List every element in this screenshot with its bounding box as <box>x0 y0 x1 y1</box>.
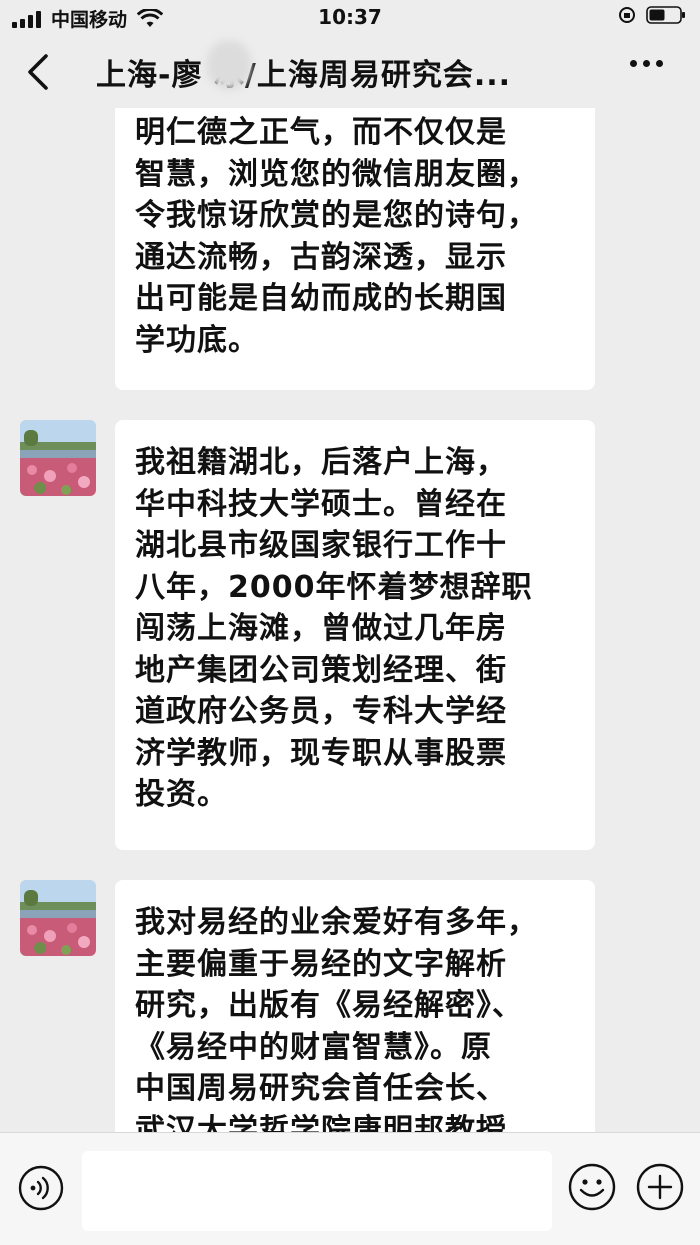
status-bar: 中国移动 10:37 <box>0 0 700 36</box>
emoji-icon[interactable] <box>568 1163 616 1211</box>
avatar-image <box>20 420 96 496</box>
chat-header: 上海-廖 冰/上海周易研究会... <box>0 36 700 108</box>
message-text: 我对易经的业余爱好有多年， 主要偏重于易经的文字解析 研究，出版有《易经解密》、… <box>135 905 538 1132</box>
input-bar <box>0 1132 700 1245</box>
avatar[interactable] <box>20 880 96 956</box>
message-text: 明仁德之正气，而不仅仅是 智慧，浏览您的微信朋友圈， 令我惊讶欣赏的是您的诗句，… <box>135 115 538 358</box>
message-bubble[interactable]: 我祖籍湖北，后落户上海， 华中科技大学硕士。曾经在 湖北县市级国家银行工作十 八… <box>115 420 595 850</box>
message-input[interactable] <box>82 1151 552 1231</box>
avatar-image <box>20 880 96 956</box>
voice-icon[interactable] <box>18 1165 64 1211</box>
battery-icon <box>646 6 685 24</box>
message-list[interactable]: 明仁德之正气，而不仅仅是 智慧，浏览您的微信朋友圈， 令我惊讶欣赏的是您的诗句，… <box>0 108 700 1132</box>
message-bubble[interactable]: 明仁德之正气，而不仅仅是 智慧，浏览您的微信朋友圈， 令我惊讶欣赏的是您的诗句，… <box>115 108 595 390</box>
chat-title: 上海-廖 冰/上海周易研究会... <box>96 58 512 93</box>
more-dots-icon[interactable] <box>630 60 663 67</box>
back-chevron-icon[interactable] <box>20 50 60 94</box>
rotation-lock-icon <box>619 7 635 23</box>
message-text: 我祖籍湖北，后落户上海， 华中科技大学硕士。曾经在 湖北县市级国家银行工作十 八… <box>135 445 533 812</box>
plus-icon[interactable] <box>636 1163 684 1211</box>
message-bubble[interactable]: 我对易经的业余爱好有多年， 主要偏重于易经的文字解析 研究，出版有《易经解密》、… <box>115 880 595 1132</box>
clock: 10:37 <box>318 5 382 29</box>
avatar[interactable] <box>20 420 96 496</box>
redaction-blur <box>207 40 251 90</box>
